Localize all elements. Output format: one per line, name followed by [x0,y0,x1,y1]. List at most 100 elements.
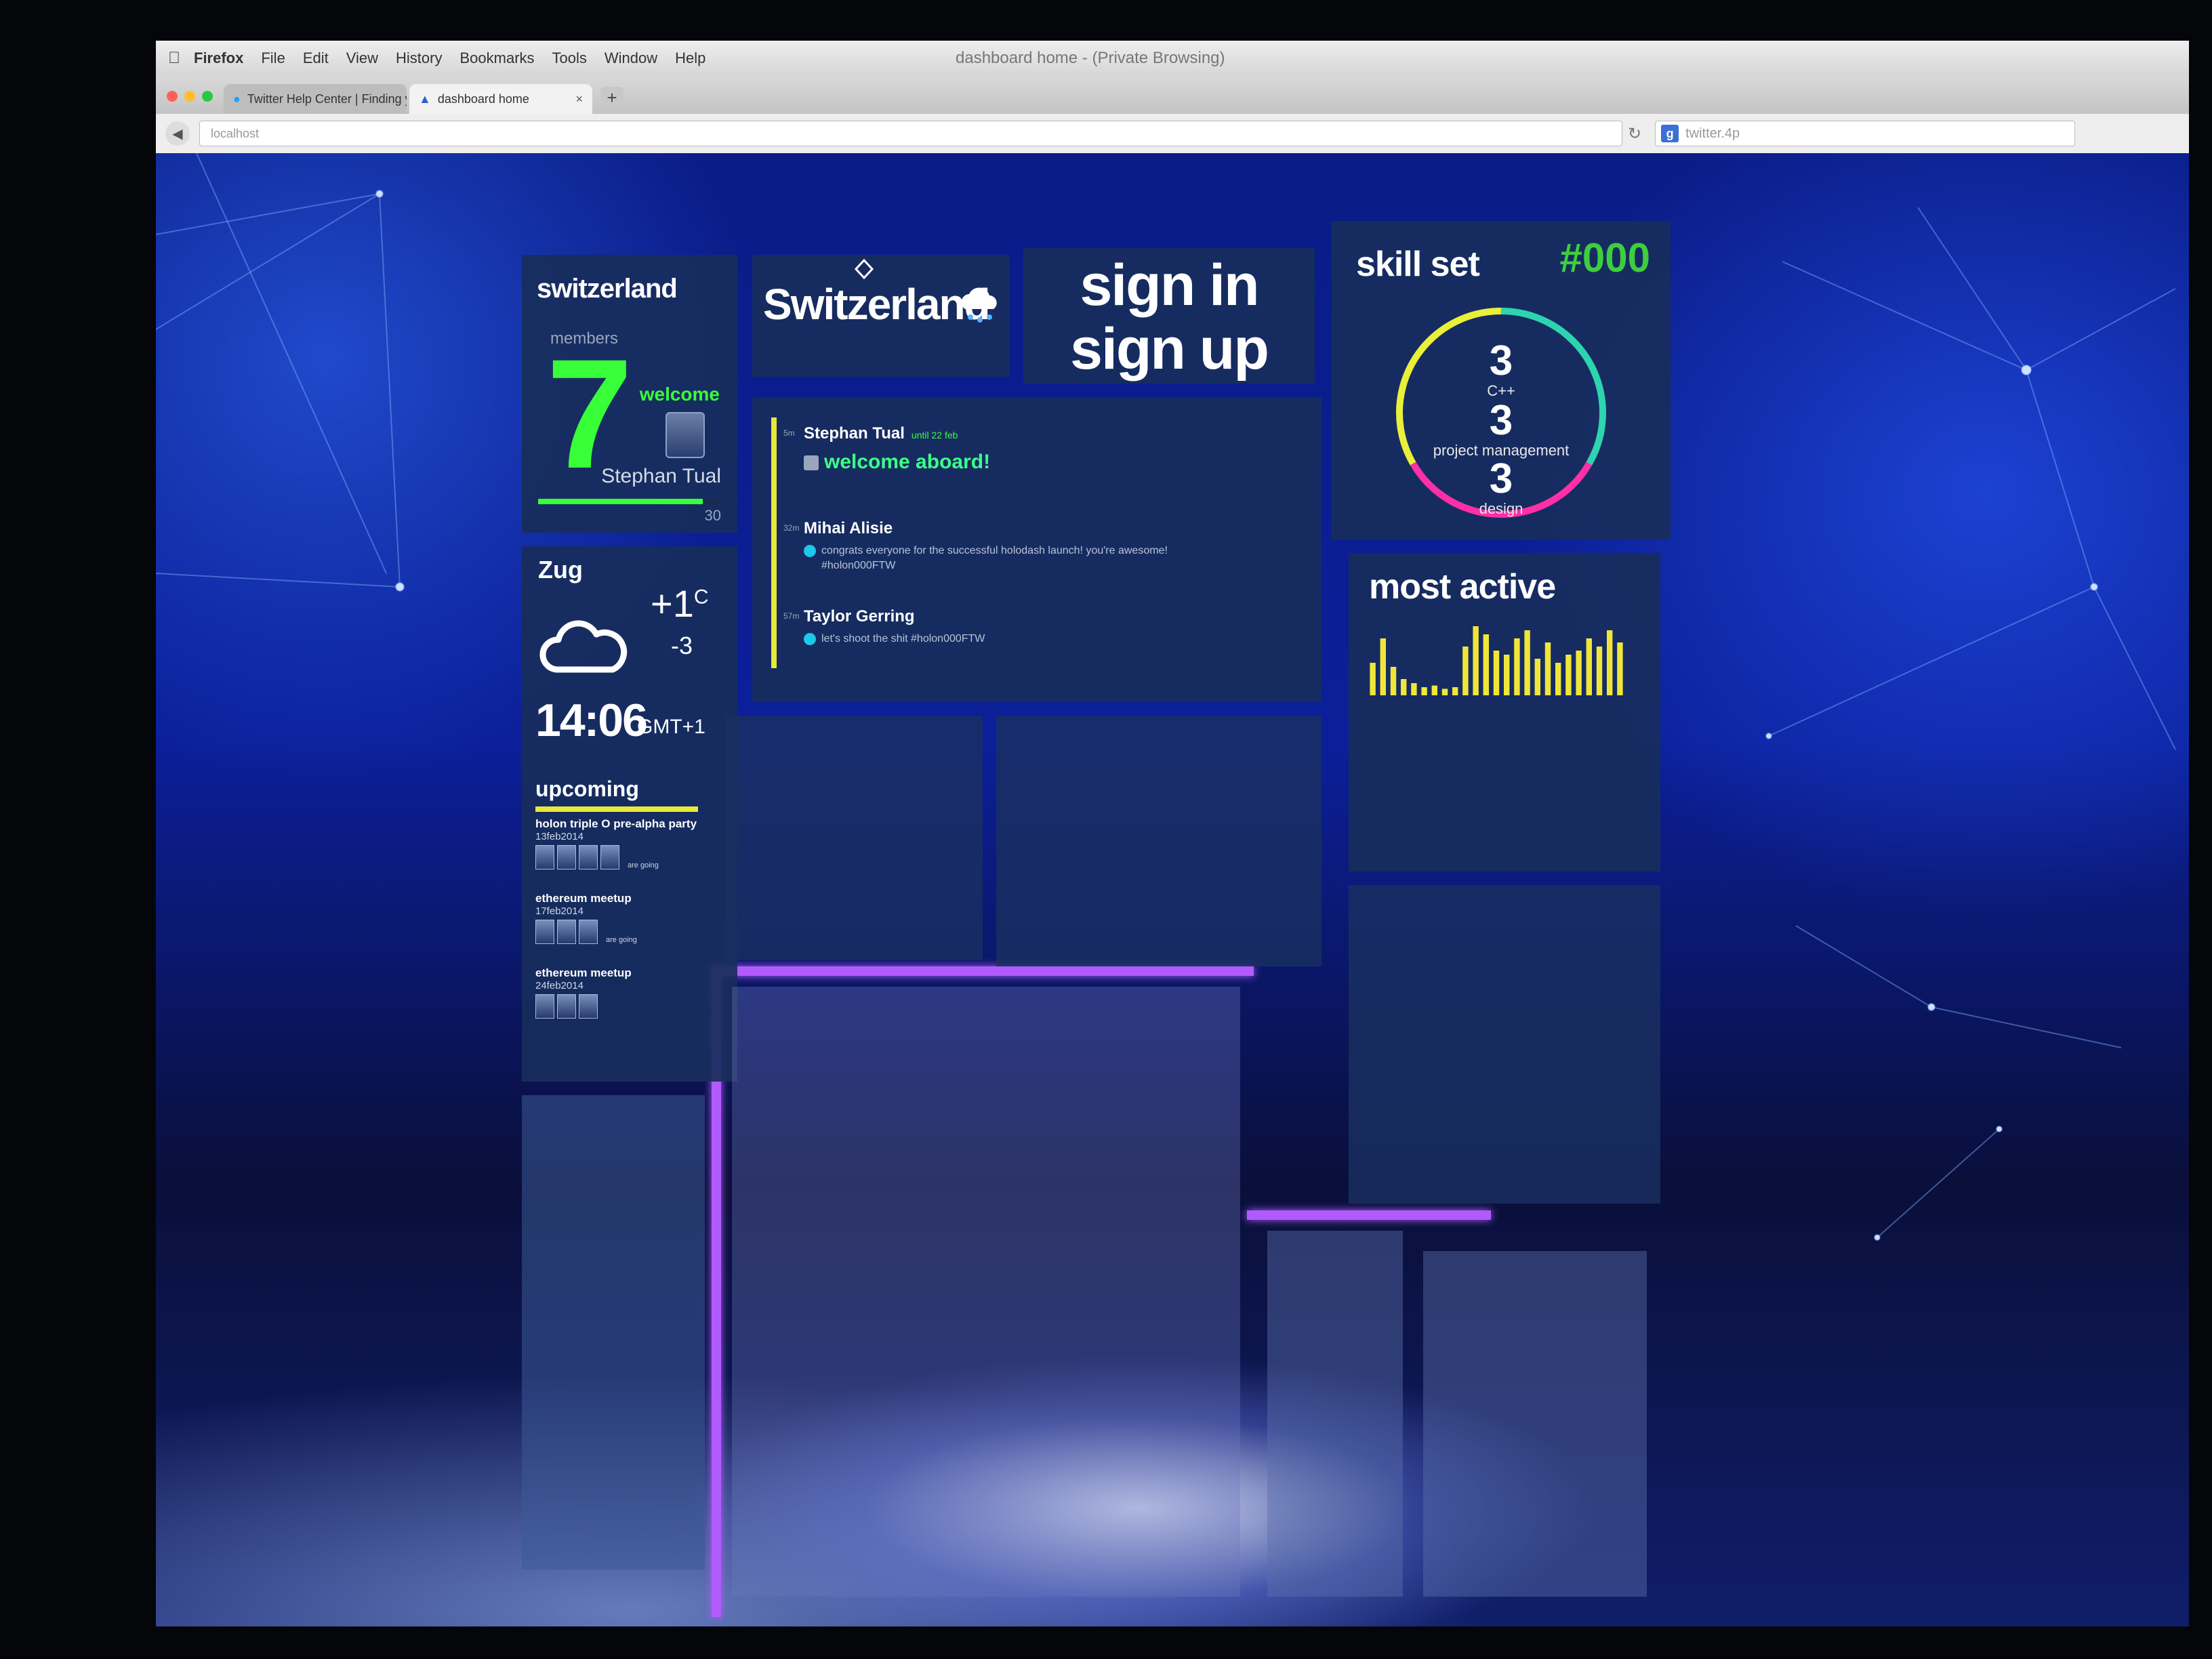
glow-divider [1247,1210,1491,1220]
avatar[interactable] [535,920,554,944]
avatar[interactable] [579,994,598,1019]
feed-item[interactable]: 32m Mihai Alisie congrats everyone for t… [783,519,1183,573]
upcoming-label: upcoming [535,777,639,801]
window-controls [167,91,213,102]
empty-tile [1349,885,1660,1204]
event-going-label: are going [606,936,637,944]
most-active-title: most active [1369,567,1556,607]
empty-tile [996,716,1322,966]
feed-message: congrats everyone for the successful hol… [821,545,1168,571]
feed-item[interactable]: 57m Taylor Gerring let's shoot the shit … [783,607,985,647]
event-item[interactable]: ethereum meetup 24feb2014 [535,966,712,1019]
favicon-icon: ▲ [419,91,431,106]
search-box[interactable]: g twitter.4p [1655,121,2076,146]
upcoming-underline [535,806,698,812]
cloud-icon [539,620,628,673]
avatar[interactable] [557,845,576,869]
event-going-label: are going [628,861,659,869]
feed-time: 5m [783,428,795,438]
menu-help[interactable]: Help [675,49,705,67]
feed-item[interactable]: 5m Stephan Tual until 22 feb welcome aboa… [783,424,990,476]
event-item[interactable]: ethereum meetup 17feb2014 are going [535,892,712,944]
temp-unit: C [693,586,709,609]
brand-tile[interactable]: Switzerland [752,255,1010,377]
activity-bar [1524,630,1530,695]
temp-high-value: +1 [651,582,694,625]
weather-tile: Zug +1C -3 14:06 GMT+1 upcoming holon tr… [522,546,737,1082]
activity-bar [1441,689,1448,695]
event-date: 13feb2014 [535,831,583,842]
close-tab-icon[interactable]: × [575,92,583,106]
avatar[interactable] [535,845,554,869]
event-item[interactable]: holon triple O pre-alpha party 13feb2014… [535,817,712,869]
activity-bar [1565,655,1572,695]
menu-window[interactable]: Window [605,49,657,67]
reload-icon[interactable]: ↻ [1628,124,1641,144]
activity-bar [1462,647,1469,695]
member-name[interactable]: Stephan Tual [601,465,721,488]
new-tab-button[interactable]: + [600,87,623,108]
feed-meta: until 22 feb [911,430,958,441]
avatar[interactable] [557,994,576,1019]
auth-tile: sign in sign up [1023,248,1315,384]
event-attendees: are going [535,845,712,869]
menu-view[interactable]: View [346,49,378,67]
activity-bar [1596,647,1603,695]
tab-strip: ● Twitter Help Center | Finding y... × ▲… [156,76,2189,114]
menu-tools[interactable]: Tools [552,49,587,67]
sign-up-link[interactable]: sign up [1023,316,1315,383]
menu-bookmarks[interactable]: Bookmarks [459,49,534,67]
ethereum-diamond-icon [854,259,874,279]
url-bar[interactable]: localhost [199,121,1622,146]
members-tile-title: switzerland [537,274,678,304]
avatar[interactable] [557,920,576,944]
activity-bar [1473,626,1479,695]
activity-bar [1452,687,1458,695]
clock-timezone: GMT+1 [637,716,705,738]
check-icon [804,633,816,645]
avatar[interactable] [665,412,705,458]
avatar[interactable] [579,920,598,944]
menu-history[interactable]: History [396,49,442,67]
menu-file[interactable]: File [261,49,285,67]
window-title: dashboard home - (Private Browsing) [956,49,1225,67]
check-icon [804,545,816,557]
skill-set-title: skill set [1356,245,1480,284]
activity-bar [1370,663,1376,695]
avatar[interactable] [600,845,619,869]
tab-twitter-help[interactable]: ● Twitter Help Center | Finding y... × [224,84,407,114]
activity-bar [1514,638,1520,695]
minimize-window-icon[interactable] [184,91,195,102]
tab-dashboard-home[interactable]: ▲ dashboard home × [409,84,592,114]
skill-set-tag: #000 [1559,235,1650,281]
feed-message: let's shoot the shit #holon000FTW [821,633,985,644]
apple-icon[interactable]:  [168,49,180,68]
empty-tile [732,987,1240,1597]
activity-bar [1607,630,1613,695]
activity-bar [1483,634,1489,695]
calendar-icon [804,455,819,471]
skill-label: design [1479,500,1523,517]
activity-bar [1504,655,1510,695]
sign-in-link[interactable]: sign in [1023,252,1315,319]
event-date: 24feb2014 [535,980,583,991]
activity-bar [1493,651,1500,695]
avatar[interactable] [535,994,554,1019]
cloud-rain-icon [961,287,997,323]
zoom-window-icon[interactable] [202,91,213,102]
event-name: holon triple O pre-alpha party [535,817,697,830]
members-progress-fill [538,499,703,504]
screen:  Firefox File Edit View History Bookmar… [156,41,2189,1626]
menu-bar:  Firefox File Edit View History Bookmar… [156,41,2189,76]
activity-bar [1555,663,1561,695]
activity-bar [1401,679,1407,695]
event-name: ethereum meetup [535,892,632,905]
menu-app[interactable]: Firefox [194,49,243,67]
temp-low: -3 [671,632,693,659]
close-window-icon[interactable] [167,91,178,102]
event-name: ethereum meetup [535,966,632,979]
back-button[interactable]: ◀ [165,121,190,146]
avatar[interactable] [579,845,598,869]
menu-edit[interactable]: Edit [303,49,329,67]
temp-high: +1C [651,581,709,626]
